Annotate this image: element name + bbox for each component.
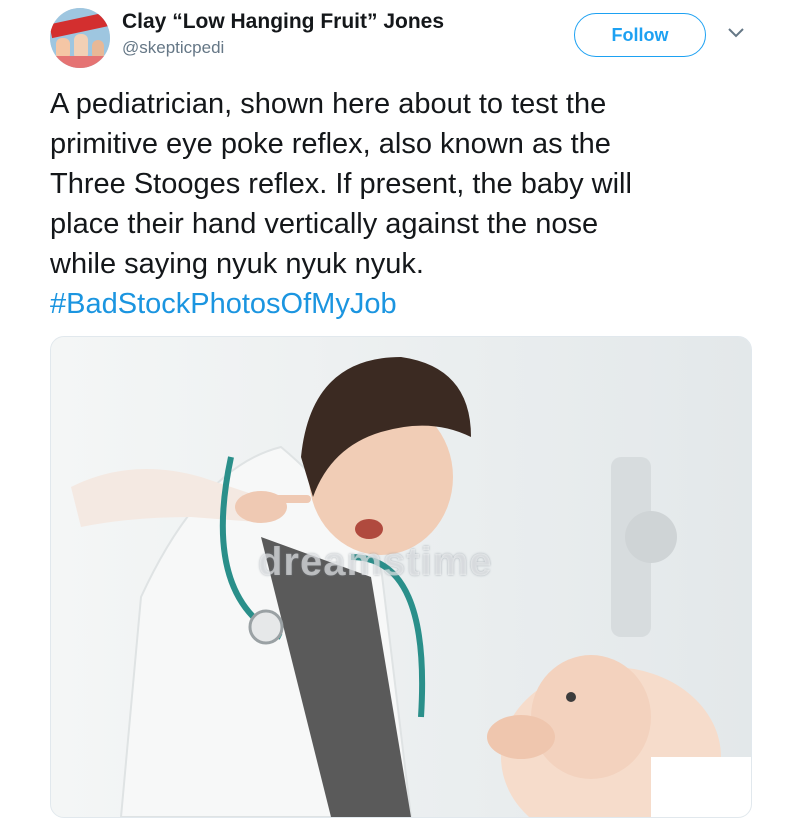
avatar-image bbox=[50, 8, 110, 68]
tweet-line: Three Stooges reflex. If present, the ba… bbox=[50, 168, 632, 200]
avatar[interactable] bbox=[50, 8, 110, 68]
author-handle[interactable]: @skepticpedi bbox=[122, 38, 224, 58]
hashtag-link[interactable]: #BadStockPhotosOfMyJob bbox=[50, 288, 397, 320]
tweet-line: primitive eye poke reflex, also known as… bbox=[50, 128, 611, 160]
tweet-line: while saying nyuk nyuk nyuk. bbox=[50, 248, 424, 280]
tweet-card: Clay “Low Hanging Fruit” Jones @skepticp… bbox=[0, 0, 800, 818]
photo-watermark: dreamstime bbox=[258, 540, 493, 584]
author-name[interactable]: Clay “Low Hanging Fruit” Jones bbox=[122, 10, 444, 34]
tweet-text: A pediatrician, shown here about to test… bbox=[50, 84, 770, 324]
tweet-line: place their hand vertically against the … bbox=[50, 208, 599, 240]
chevron-down-icon[interactable] bbox=[726, 26, 746, 40]
follow-button[interactable]: Follow bbox=[574, 13, 706, 57]
tweet-line: A pediatrician, shown here about to test… bbox=[50, 88, 607, 120]
